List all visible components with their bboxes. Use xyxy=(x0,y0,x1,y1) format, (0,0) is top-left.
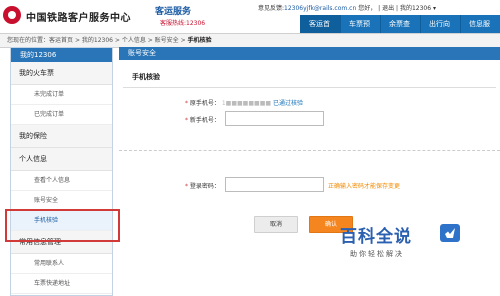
my12306-link[interactable]: 我的12306 xyxy=(400,5,431,12)
password-hint: 正确输入密码才能保存变更 xyxy=(328,183,401,190)
sidebar-section-personal-info[interactable]: 个人信息 xyxy=(11,148,112,171)
sidebar-title: 我的12306 xyxy=(11,48,112,62)
sidebar-section-my-tickets[interactable]: 我的火车票 xyxy=(11,62,112,85)
sidebar-item-unfinished-orders[interactable]: 未完成订单 xyxy=(11,85,112,105)
original-phone-label: 原手机号： xyxy=(189,100,220,107)
site-header: 中国铁路客户服务中心 客运服务 客服热线:12306 意见反馈:12306yjf… xyxy=(0,0,500,46)
cancel-button[interactable]: 取消 xyxy=(254,216,298,233)
breadcrumb-current: 手机核验 xyxy=(187,37,212,44)
sidebar-item-finished-orders[interactable]: 已完成订单 xyxy=(11,105,112,125)
breadcrumb-my12306[interactable]: 我的12306 xyxy=(82,37,113,44)
password-label: 登录密码： xyxy=(189,183,220,190)
new-phone-row: * 新手机号： xyxy=(185,115,220,124)
hotline-text: 客服热线:12306 xyxy=(160,20,206,27)
greeting-text: 您好， xyxy=(358,5,377,12)
original-phone-value: 1■■■■■■■■ xyxy=(221,100,272,107)
sidebar-item-account-security[interactable]: 账号安全 xyxy=(11,191,112,211)
nav-travel-guide[interactable]: 出行向导 xyxy=(420,15,460,46)
nav-home[interactable]: 客运首页 xyxy=(300,15,340,46)
breadcrumb-account-security[interactable]: 账号安全 xyxy=(155,37,179,44)
sidebar-item-common-contacts[interactable]: 常用联系人 xyxy=(11,254,112,274)
separator: | xyxy=(396,5,399,12)
nav-remaining-tickets[interactable]: 余票查询 xyxy=(380,15,420,46)
logout-link[interactable]: 退出 xyxy=(382,5,394,12)
verified-text: 已通过核验 xyxy=(272,100,303,107)
highlight-annotation xyxy=(5,209,120,242)
breadcrumb: 您现在的位置：客运首页 > 我的12306 > 个人信息 > 账号安全 > 手机… xyxy=(0,33,500,48)
sidebar-item-delivery-address[interactable]: 车票快递地址 xyxy=(11,274,112,294)
railway-logo-icon xyxy=(3,6,21,24)
watermark-logo-icon xyxy=(440,224,460,242)
sidebar-item-view-personal-info[interactable]: 查看个人信息 xyxy=(11,171,112,191)
breadcrumb-prefix: 您现在的位置： xyxy=(7,37,50,44)
feedback-email-link[interactable]: 12306yjfk@rails.com.cn xyxy=(284,5,356,12)
password-row: * 登录密码： xyxy=(185,181,220,190)
panel-title: 手机核验 xyxy=(123,60,496,88)
main-header: 账号安全 xyxy=(119,47,500,60)
new-phone-input[interactable] xyxy=(225,111,324,126)
site-title: 中国铁路客户服务中心 xyxy=(26,13,131,24)
required-mark: * xyxy=(185,183,188,190)
breadcrumb-personal-info[interactable]: 个人信息 xyxy=(122,37,146,44)
separator: | xyxy=(378,5,381,12)
top-links: 意见反馈:12306yjfk@rails.com.cn 您好， | 退出 | 我… xyxy=(258,3,436,12)
required-mark: * xyxy=(185,117,188,124)
new-phone-label: 新手机号： xyxy=(189,117,220,124)
main-nav: 客运首页 车票预订 余票查询 出行向导 信息服务 xyxy=(300,15,500,46)
sidebar-section-my-insurance[interactable]: 我的保险 xyxy=(11,125,112,148)
feedback-label: 意见反馈: xyxy=(258,5,285,12)
required-mark: * xyxy=(185,100,188,107)
breadcrumb-home[interactable]: 客运首页 xyxy=(49,37,73,44)
site-subtitle: 客运服务 xyxy=(155,7,192,17)
dashed-divider xyxy=(119,150,500,151)
sidebar: 我的12306 我的火车票 未完成订单 已完成订单 我的保险 个人信息 查看个人… xyxy=(10,47,113,296)
watermark: 百科全说 助你轻松解决 xyxy=(340,222,465,259)
original-phone-row: * 原手机号： 1■■■■■■■■ 已通过核验 xyxy=(185,98,303,107)
watermark-subtitle: 助你轻松解决 xyxy=(350,250,404,258)
password-input[interactable] xyxy=(225,177,324,192)
nav-ticket-booking[interactable]: 车票预订 xyxy=(340,15,380,46)
chevron-down-icon[interactable]: ▾ xyxy=(433,5,436,12)
nav-info-service[interactable]: 信息服务 xyxy=(460,15,500,46)
